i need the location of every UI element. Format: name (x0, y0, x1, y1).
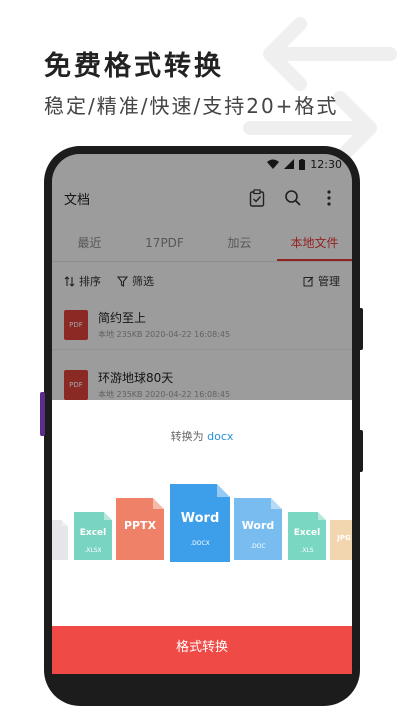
format-card[interactable] (52, 520, 68, 560)
phone-screen: 12:30 文档 最近 17PDF 加云 本地文件 排序 筛选 管理 PDF 简… (52, 154, 352, 674)
format-card-ext: .XLSX (84, 547, 102, 554)
format-card[interactable]: JPG (330, 520, 352, 560)
convert-button[interactable]: 格式转换 (52, 626, 352, 674)
side-accent (40, 392, 45, 436)
format-card-name: Excel (293, 528, 321, 538)
format-card[interactable]: Excel .XLSX (74, 512, 112, 560)
power-button (358, 430, 363, 472)
format-card-name: Excel (79, 528, 107, 538)
dim-overlay[interactable] (52, 154, 352, 400)
convert-prefix: 转换为 (170, 430, 204, 443)
convert-target-label: 转换为 docx (52, 428, 352, 444)
promo-subtitle: 稳定/精准/快速/支持20+格式 (44, 94, 339, 118)
format-card[interactable]: Word .DOCX (170, 484, 230, 562)
format-card-ext: .DOCX (190, 540, 210, 547)
volume-button (358, 308, 363, 350)
promo-title: 免费格式转换 (44, 51, 224, 82)
convert-sheet: 转换为 docx Excel .XLSX PPTX Word .DOCX Word .DOC… (52, 400, 352, 674)
format-card-name: Word (241, 519, 275, 532)
format-card-name: JPG (337, 534, 351, 542)
format-card-name: Word (180, 511, 220, 526)
convert-format: docx (207, 430, 234, 443)
format-card-ext: .DOC (250, 543, 266, 550)
format-card[interactable]: Excel .XLS (288, 512, 326, 560)
format-card[interactable]: PPTX (116, 498, 164, 560)
format-card-ext: .XLS (300, 547, 314, 554)
format-card[interactable]: Word .DOC (234, 498, 282, 560)
format-card-name: PPTX (123, 519, 157, 532)
